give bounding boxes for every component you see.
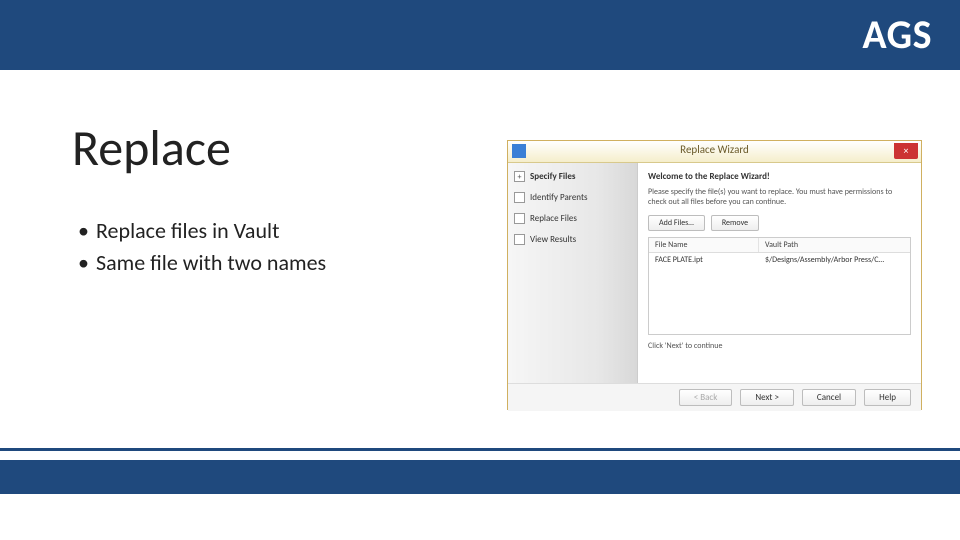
cell-filename: FACE PLATE.ipt bbox=[649, 253, 759, 267]
step-label: View Results bbox=[530, 234, 576, 245]
footer-bar bbox=[0, 460, 960, 494]
table-row[interactable]: FACE PLATE.ipt $/Designs/Assembly/Arbor … bbox=[649, 253, 910, 267]
remove-button[interactable]: Remove bbox=[711, 215, 759, 231]
table-header: File Name Vault Path bbox=[649, 238, 910, 253]
back-button[interactable]: < Back bbox=[679, 389, 733, 406]
footer-divider-thin bbox=[0, 448, 960, 451]
cancel-button[interactable]: Cancel bbox=[802, 389, 856, 406]
wizard-step-specify-files[interactable]: Specify Files bbox=[514, 171, 631, 182]
file-action-buttons: Add Files… Remove bbox=[648, 215, 911, 231]
step-indicator-icon bbox=[514, 234, 525, 245]
dialog-footer: < Back Next > Cancel Help bbox=[508, 383, 921, 411]
step-indicator-icon bbox=[514, 192, 525, 203]
step-label: Specify Files bbox=[530, 171, 575, 182]
next-button[interactable]: Next > bbox=[740, 389, 794, 406]
wizard-step-view-results[interactable]: View Results bbox=[514, 234, 631, 245]
dialog-body: Specify Files Identify Parents Replace F… bbox=[508, 163, 921, 383]
step-indicator-icon bbox=[514, 171, 525, 182]
header-bar: AGS bbox=[0, 0, 960, 70]
app-icon bbox=[512, 144, 526, 158]
bullet-list: Replace files in Vault Same file with tw… bbox=[78, 215, 326, 279]
step-label: Identify Parents bbox=[530, 192, 587, 203]
bullet-dot-icon bbox=[78, 247, 96, 279]
bullet-item: Same file with two names bbox=[78, 247, 326, 279]
wizard-steps: Specify Files Identify Parents Replace F… bbox=[508, 163, 638, 383]
column-header-vaultpath[interactable]: Vault Path bbox=[759, 238, 910, 252]
replace-wizard-dialog: Replace Wizard × Specify Files Identify … bbox=[507, 140, 922, 410]
cell-vaultpath: $/Designs/Assembly/Arbor Press/C… bbox=[759, 253, 910, 267]
dialog-main-panel: Welcome to the Replace Wizard! Please sp… bbox=[638, 163, 921, 383]
bullet-item: Replace files in Vault bbox=[78, 215, 326, 247]
wizard-step-replace-files[interactable]: Replace Files bbox=[514, 213, 631, 224]
wizard-hint: Click 'Next' to continue bbox=[648, 341, 911, 351]
wizard-welcome: Welcome to the Replace Wizard! bbox=[648, 171, 911, 182]
step-label: Replace Files bbox=[530, 213, 577, 224]
step-indicator-icon bbox=[514, 213, 525, 224]
file-table: File Name Vault Path FACE PLATE.ipt $/De… bbox=[648, 237, 911, 335]
help-button[interactable]: Help bbox=[864, 389, 911, 406]
wizard-description: Please specify the file(s) you want to r… bbox=[648, 187, 911, 207]
dialog-titlebar: Replace Wizard × bbox=[508, 141, 921, 163]
bullet-text: Replace files in Vault bbox=[96, 215, 279, 247]
column-header-filename[interactable]: File Name bbox=[649, 238, 759, 252]
bullet-dot-icon bbox=[78, 215, 96, 247]
slide: AGS Replace Replace files in Vault Same … bbox=[0, 0, 960, 540]
slide-title: Replace bbox=[72, 118, 231, 179]
close-button[interactable]: × bbox=[894, 143, 918, 159]
wizard-step-identify-parents[interactable]: Identify Parents bbox=[514, 192, 631, 203]
add-files-button[interactable]: Add Files… bbox=[648, 215, 705, 231]
dialog-title: Replace Wizard bbox=[680, 143, 749, 156]
brand-text: AGS bbox=[862, 10, 932, 59]
bullet-text: Same file with two names bbox=[96, 247, 326, 279]
